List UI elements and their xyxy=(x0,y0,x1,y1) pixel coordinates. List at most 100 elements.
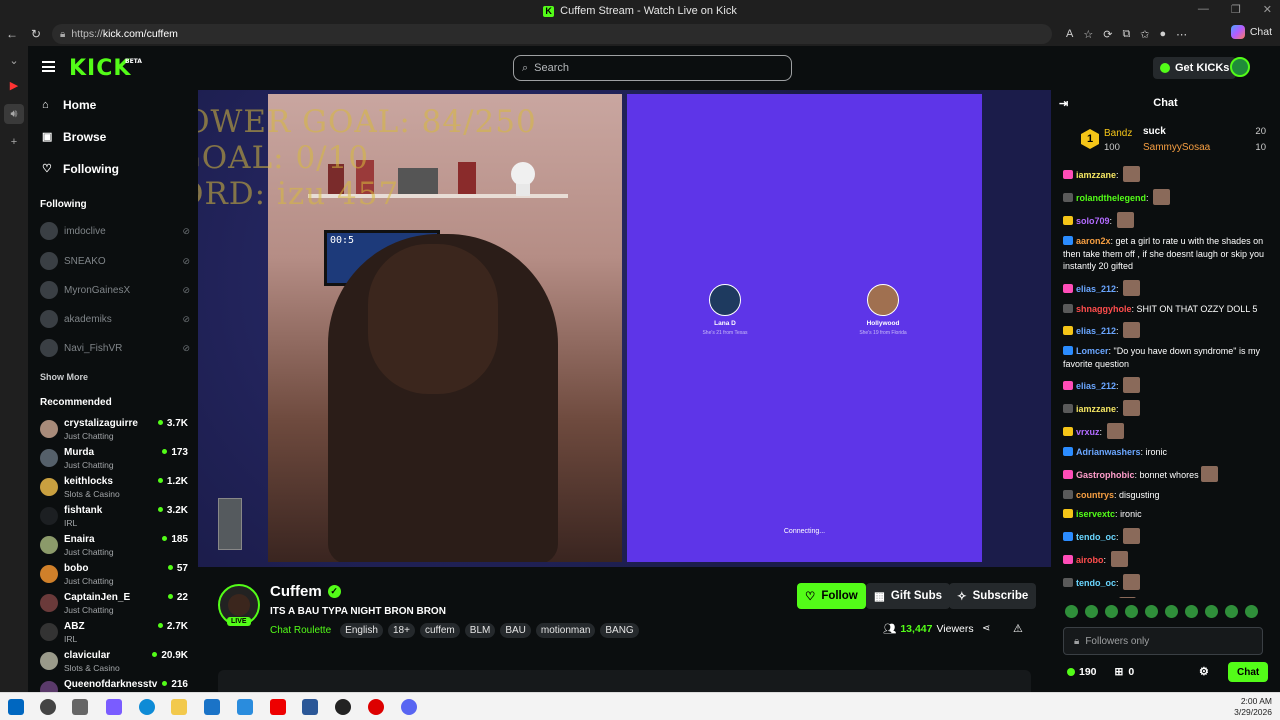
emote-icon[interactable] xyxy=(1085,605,1098,618)
more-icon[interactable]: ⋯ xyxy=(1176,28,1187,41)
minimize-icon[interactable]: — xyxy=(1198,3,1209,16)
leader-name[interactable]: suck xyxy=(1143,126,1166,137)
chat-username[interactable]: aaron2x xyxy=(1076,236,1111,246)
category-link[interactable]: Chat Roulette xyxy=(270,625,331,636)
chat-input-box[interactable]: 🔒︎ xyxy=(1063,627,1263,655)
roulette-card[interactable]: Lana D She's 21 from Texas xyxy=(685,284,765,336)
nav-browse[interactable]: ▣ Browse xyxy=(42,130,106,144)
channel-name[interactable]: Cuffem xyxy=(270,583,322,600)
show-more-link[interactable]: Show More xyxy=(40,372,88,382)
back-icon[interactable]: ← xyxy=(0,22,24,46)
points-balance[interactable]: ⊞ 0 xyxy=(1115,666,1135,678)
restore-icon[interactable]: ❐ xyxy=(1231,3,1241,16)
follow-button[interactable]: ♡ Follow xyxy=(797,583,866,609)
leader-name[interactable]: Bandz xyxy=(1104,128,1132,139)
search-box[interactable]: ⌕ xyxy=(513,55,792,81)
video-player[interactable]: 00:5 Lana D She's 21 from Texas Hollywoo… xyxy=(198,90,1051,567)
user-avatar[interactable] xyxy=(1230,57,1250,77)
chat-username[interactable]: Adrianwashers xyxy=(1076,447,1141,457)
youtube-tab-icon[interactable]: ▶ xyxy=(10,79,18,92)
chat-username[interactable]: Gastrophobic xyxy=(1076,470,1135,480)
taskbar-clock[interactable]: 2:00 AM 3/29/2026 xyxy=(1234,696,1272,718)
chat-username[interactable]: iservextc xyxy=(1076,509,1115,519)
favorites-icon[interactable]: ✩ xyxy=(1140,28,1149,41)
gift-subs-button[interactable]: ▦ Gift Subs xyxy=(866,583,950,609)
recommended-item[interactable]: ABZ IRL 2.7K xyxy=(38,619,188,647)
tag[interactable]: English xyxy=(340,623,383,638)
tag[interactable]: 18+ xyxy=(387,623,415,638)
chat-username[interactable]: tendo_oc xyxy=(1076,532,1116,542)
tag[interactable]: BANG xyxy=(600,623,639,638)
chat-username[interactable]: solo709 xyxy=(1076,216,1110,226)
following-item[interactable]: MyronGainesX ⊘ xyxy=(40,280,190,300)
chat-username[interactable]: airobo xyxy=(1076,555,1104,565)
chat-input[interactable] xyxy=(1085,635,1218,647)
chat-username[interactable]: iamzzane xyxy=(1076,170,1116,180)
recommended-item[interactable]: Murda Just Chatting 173 xyxy=(38,445,188,473)
copilot-button[interactable]: Chat xyxy=(1230,25,1272,39)
send-chat-button[interactable]: Chat xyxy=(1228,662,1269,682)
emote-icon[interactable] xyxy=(1205,605,1218,618)
recommended-item[interactable]: fishtank IRL 3.2K xyxy=(38,503,188,531)
tag[interactable]: BAU xyxy=(500,623,531,638)
obs-icon[interactable] xyxy=(335,699,351,715)
file-explorer-icon[interactable] xyxy=(171,699,187,715)
emote-icon[interactable] xyxy=(1165,605,1178,618)
collapse-chat-icon[interactable]: ⇥ xyxy=(1059,97,1068,110)
store-icon[interactable] xyxy=(204,699,220,715)
search-icon[interactable] xyxy=(40,699,56,715)
recommended-item[interactable]: crystalizaguirre Just Chatting 3.7K xyxy=(38,416,188,444)
chat-username[interactable]: elias_212 xyxy=(1076,284,1116,294)
edge-icon[interactable] xyxy=(139,699,155,715)
copilot-icon[interactable] xyxy=(106,699,122,715)
search-input[interactable] xyxy=(534,62,775,74)
emote-icon[interactable] xyxy=(1105,605,1118,618)
chevron-down-icon[interactable]: ⌄ xyxy=(9,54,18,67)
add-tab-icon[interactable]: + xyxy=(11,136,17,148)
chat-username[interactable]: shnaggyhole xyxy=(1076,304,1132,314)
recommended-item[interactable]: CaptainJen_E Just Chatting 22 xyxy=(38,590,188,618)
tag[interactable]: cuffem xyxy=(419,623,460,638)
split-screen-icon[interactable]: ⧉ xyxy=(1122,28,1130,41)
gear-icon[interactable]: ⚙ xyxy=(1199,665,1209,678)
chat-username[interactable]: vrxuz xyxy=(1076,427,1100,437)
audio-tab-icon[interactable]: 🔊︎ xyxy=(4,104,24,124)
task-view-icon[interactable] xyxy=(72,699,88,715)
emote-icon[interactable] xyxy=(1145,605,1158,618)
kicks-balance[interactable]: 190 xyxy=(1067,666,1097,678)
following-item[interactable]: SNEAKO ⊘ xyxy=(40,251,190,271)
following-item[interactable]: imdoclive ⊘ xyxy=(40,221,190,241)
get-kicks-button[interactable]: Get KICKs xyxy=(1153,57,1237,79)
mail-icon[interactable] xyxy=(237,699,253,715)
address-bar[interactable]: 🔒︎ https://kick.com/cuffem xyxy=(52,24,1052,44)
emote-icon[interactable] xyxy=(1125,605,1138,618)
opera-icon[interactable] xyxy=(368,699,384,715)
recommended-item[interactable]: keithlocks Slots & Casino 1.2K xyxy=(38,474,188,502)
chat-username[interactable]: Lomcer xyxy=(1076,346,1109,356)
discord-icon[interactable] xyxy=(401,699,417,715)
chat-username[interactable]: tendo_oc xyxy=(1076,578,1116,588)
emote-icon[interactable] xyxy=(1245,605,1258,618)
recommended-item[interactable]: bobo Just Chatting 57 xyxy=(38,561,188,589)
chat-username[interactable]: iamzzane xyxy=(1076,404,1116,414)
tag[interactable]: motionman xyxy=(535,623,596,638)
roulette-card[interactable]: Hollywood She's 19 from Florida xyxy=(843,284,923,336)
chat-username[interactable]: rolandthelegend xyxy=(1076,193,1146,203)
app-icon[interactable] xyxy=(302,699,318,715)
emote-icon[interactable] xyxy=(1185,605,1198,618)
emote-icon[interactable] xyxy=(1065,605,1078,618)
chat-username[interactable]: elias_212 xyxy=(1076,326,1116,336)
chat-username[interactable]: elias_212 xyxy=(1076,381,1116,391)
emote-icon[interactable] xyxy=(1225,605,1238,618)
read-aloud-icon[interactable]: A xyxy=(1066,28,1073,40)
close-icon[interactable]: ✕ xyxy=(1263,3,1272,16)
following-item[interactable]: akademiks ⊘ xyxy=(40,309,190,329)
share-icon[interactable]: ⋖ xyxy=(982,623,990,634)
extensions-icon[interactable]: ⟳ xyxy=(1103,28,1112,41)
start-icon[interactable] xyxy=(8,699,24,715)
profile-icon[interactable]: ● xyxy=(1160,28,1167,40)
recommended-item[interactable]: Enaira Just Chatting 185 xyxy=(38,532,188,560)
subscribe-button[interactable]: ✧ Subscribe xyxy=(949,583,1037,609)
refresh-icon[interactable]: ↻ xyxy=(24,22,48,46)
chat-username[interactable]: countrys xyxy=(1076,490,1114,500)
